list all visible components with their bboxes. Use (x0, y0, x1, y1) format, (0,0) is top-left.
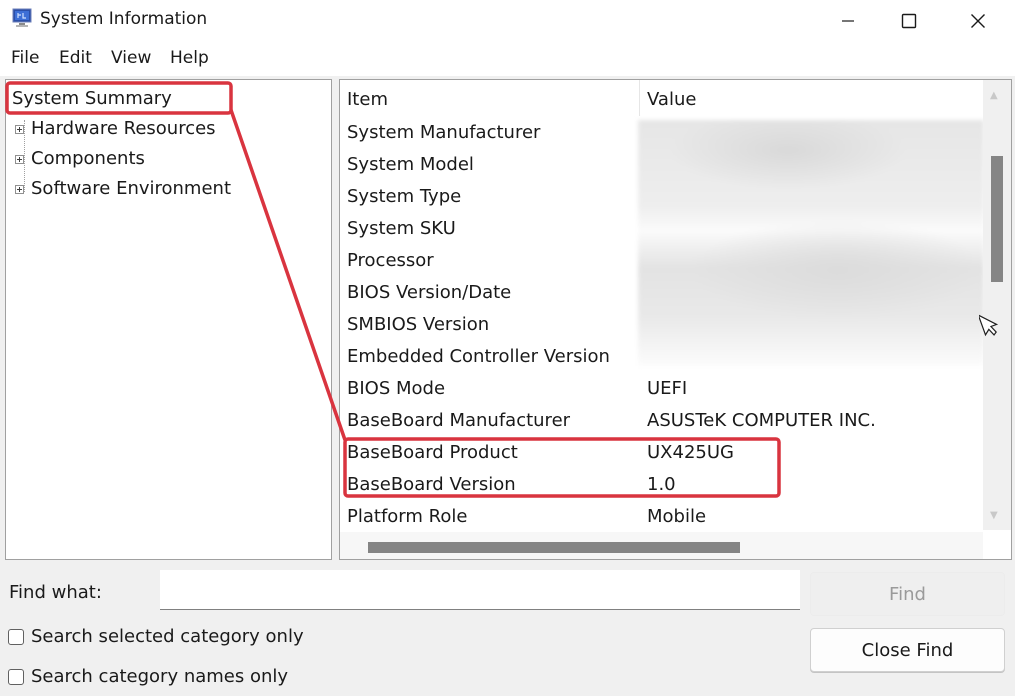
menu-bar: File Edit View Help (0, 42, 1015, 76)
column-header-value[interactable]: Value (647, 89, 696, 110)
expand-plus-icon[interactable] (15, 125, 24, 134)
checkbox-label: Search category names only (31, 666, 289, 687)
cell-item: System Type (347, 186, 462, 207)
table-row[interactable]: System Model (340, 150, 980, 182)
close-icon (971, 14, 985, 28)
tree-item-system-summary[interactable]: System Summary (12, 88, 172, 109)
cell-item: System Manufacturer (347, 122, 541, 143)
table-row[interactable]: System Type (340, 182, 980, 214)
column-divider[interactable] (639, 80, 640, 116)
cell-value: ASUSTeK COMPUTER INC. (647, 410, 876, 431)
menu-help[interactable]: Help (170, 48, 209, 68)
cell-item: Processor (347, 250, 434, 271)
find-what-input[interactable] (160, 570, 800, 610)
table-row[interactable]: System SKU (340, 214, 980, 246)
cell-item: BaseBoard Product (347, 442, 518, 463)
maximize-icon (901, 13, 917, 29)
search-category-names-checkbox[interactable]: Search category names only (8, 666, 288, 687)
cell-item: Embedded Controller Version (347, 346, 610, 367)
table-row[interactable]: BaseBoard Version 1.0 (340, 470, 980, 502)
table-row[interactable]: Processor (340, 246, 980, 278)
horizontal-scrollbar[interactable] (340, 532, 983, 559)
menu-file[interactable]: File (11, 48, 39, 68)
menu-edit[interactable]: Edit (59, 48, 92, 68)
minimize-button[interactable] (818, 0, 878, 42)
cell-item: BaseBoard Manufacturer (347, 410, 571, 431)
cell-item: Platform Role (347, 506, 468, 527)
title-bar: System Information (0, 0, 1015, 42)
table-row[interactable]: Platform Role Mobile (340, 502, 980, 534)
cell-value: Mobile (647, 506, 707, 527)
horizontal-scroll-thumb[interactable] (368, 542, 740, 553)
table-row[interactable]: BIOS Version/Date (340, 278, 980, 310)
minimize-icon (842, 20, 854, 22)
find-what-label: Find what: (9, 582, 102, 603)
table-row[interactable]: Embedded Controller Version (340, 342, 980, 374)
table-row[interactable]: BaseBoard Manufacturer ASUSTeK COMPUTER I… (340, 406, 980, 438)
cell-item: System SKU (347, 218, 456, 239)
find-button[interactable]: Find (810, 572, 1005, 616)
system-information-icon (12, 8, 32, 27)
vertical-scrollbar[interactable]: ▲ ▼ (983, 80, 1011, 530)
vertical-scroll-thumb[interactable] (991, 156, 1003, 282)
close-find-button[interactable]: Close Find (810, 628, 1005, 672)
table-row[interactable]: SMBIOS Version (340, 310, 980, 342)
maximize-button[interactable] (879, 0, 939, 42)
cell-value: 1.0 (647, 474, 676, 495)
tree-connector-line (24, 120, 25, 192)
checkbox-icon[interactable] (8, 628, 24, 645)
category-tree[interactable]: System Summary Hardware Resources Compon… (5, 79, 332, 560)
cell-item: BIOS Version/Date (347, 282, 512, 303)
search-selected-category-checkbox[interactable]: Search selected category only (8, 626, 304, 647)
tree-item-hardware-resources[interactable]: Hardware Resources (31, 118, 216, 139)
details-list[interactable]: Item Value System Manufacturer System Mod… (339, 79, 1012, 560)
cell-item: BIOS Mode (347, 378, 446, 399)
menu-view[interactable]: View (111, 48, 151, 68)
table-row[interactable]: System Manufacturer (340, 118, 980, 150)
tree-item-software-environment[interactable]: Software Environment (31, 178, 231, 199)
scroll-up-arrow-icon[interactable]: ▲ (990, 90, 998, 101)
expand-plus-icon[interactable] (15, 155, 24, 164)
window-title: System Information (40, 9, 208, 29)
cell-value: UX425UG (647, 442, 734, 463)
cell-item: System Model (347, 154, 474, 175)
cell-item: SMBIOS Version (347, 314, 490, 335)
close-button[interactable] (948, 0, 1008, 42)
cell-value: UEFI (647, 378, 688, 399)
tree-item-components[interactable]: Components (31, 148, 145, 169)
expand-plus-icon[interactable] (15, 185, 24, 194)
table-row[interactable]: BaseBoard Product UX425UG (340, 438, 980, 470)
checkbox-label: Search selected category only (31, 626, 304, 647)
checkbox-icon[interactable] (8, 668, 24, 685)
table-row[interactable]: BIOS Mode UEFI (340, 374, 980, 406)
mouse-cursor-icon (979, 313, 999, 337)
scroll-down-arrow-icon[interactable]: ▼ (990, 510, 998, 521)
column-header-item[interactable]: Item (347, 89, 388, 110)
cell-item: BaseBoard Version (347, 474, 516, 495)
